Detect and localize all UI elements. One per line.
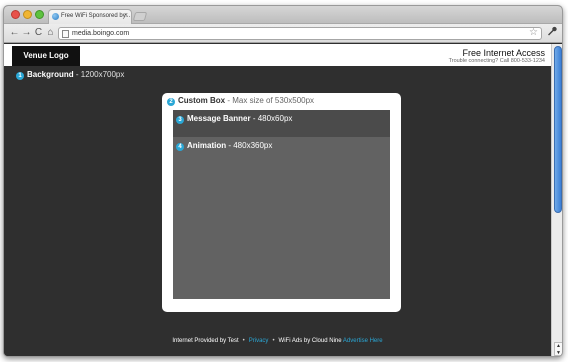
browser-window: Free WiFi Sponsored by... × ← → C ⌂ medi…	[3, 5, 563, 357]
background-name: Background	[27, 70, 74, 79]
advertise-here-link[interactable]: Advertise Here	[343, 338, 383, 344]
page-icon	[62, 30, 69, 38]
animation-number-badge: 4	[176, 142, 184, 151]
scroll-arrows-icon[interactable]: ▲ ▼	[554, 342, 562, 356]
tab-title: Free WiFi Sponsored by...	[61, 13, 131, 19]
page-header: Venue Logo Free Internet Access Trouble …	[4, 44, 551, 66]
venue-logo: Venue Logo	[12, 46, 80, 66]
banner-number-badge: 3	[176, 115, 184, 124]
footer-separator: •	[242, 338, 245, 344]
banner-name: Message Banner	[187, 114, 251, 123]
custom-box: 2 Custom Box - Max size of 530x500px 3 Mes…	[162, 93, 401, 312]
maximize-window-button[interactable]	[35, 10, 44, 19]
new-tab-button[interactable]	[132, 12, 148, 21]
message-banner-label: 3 Message Banner - 480x60px	[176, 114, 292, 124]
scrollbar-thumb[interactable]	[554, 46, 562, 213]
back-arrow-icon[interactable]: ←	[9, 27, 20, 39]
background-label: 1 Background - 1200x700px	[16, 70, 124, 80]
banner-size: - 480x60px	[250, 114, 293, 123]
page-footer: Internet Provided by Test • Privacy • WiFi A…	[4, 338, 551, 344]
header-subtitle: Trouble connecting? Call 800-533-1234	[448, 58, 545, 64]
privacy-link[interactable]: Privacy	[249, 338, 269, 344]
header-title: Free Internet Access	[462, 48, 545, 58]
footer-ads-text: WiFi Ads by Cloud Nine	[278, 338, 342, 344]
favicon-icon	[52, 13, 59, 20]
browser-tab[interactable]: Free WiFi Sponsored by... ×	[48, 9, 132, 24]
forward-arrow-icon[interactable]: →	[21, 27, 32, 39]
address-bar[interactable]: media.boingo.com ☆	[58, 27, 542, 40]
reload-icon[interactable]: C	[33, 27, 44, 39]
footer-separator: •	[272, 338, 275, 344]
animation-label: 4 Animation - 480x360px	[176, 141, 272, 151]
message-banner: 3 Message Banner - 480x60px	[173, 110, 390, 137]
vertical-scrollbar[interactable]: ▲ ▼	[551, 44, 562, 356]
animation-name: Animation	[187, 141, 227, 150]
custom-box-number-badge: 2	[167, 97, 175, 106]
background-size: - 1200x700px	[73, 70, 125, 79]
animation-area: 4 Animation - 480x360px	[173, 137, 390, 299]
home-icon[interactable]: ⌂	[45, 27, 56, 39]
wrench-menu-icon[interactable]	[547, 26, 557, 39]
url-text: media.boingo.com	[72, 30, 130, 37]
browser-toolbar: ← → C ⌂ media.boingo.com ☆	[4, 24, 562, 43]
web-page: Venue Logo Free Internet Access Trouble …	[4, 44, 551, 356]
background-number-badge: 1	[16, 71, 24, 80]
minimize-window-button[interactable]	[23, 10, 32, 19]
custom-box-size: - Max size of 530x500px	[225, 96, 315, 105]
tab-close-icon[interactable]: ×	[124, 12, 128, 19]
custom-box-label: 2 Custom Box - Max size of 530x500px	[167, 96, 314, 106]
bookmark-star-icon[interactable]: ☆	[529, 27, 538, 38]
tab-bar: Free WiFi Sponsored by... ×	[4, 6, 562, 24]
custom-box-name: Custom Box	[178, 96, 226, 105]
footer-provided-text: Internet Provided by Test	[172, 338, 239, 344]
animation-size: - 480x360px	[226, 141, 273, 150]
close-window-button[interactable]	[11, 10, 20, 19]
